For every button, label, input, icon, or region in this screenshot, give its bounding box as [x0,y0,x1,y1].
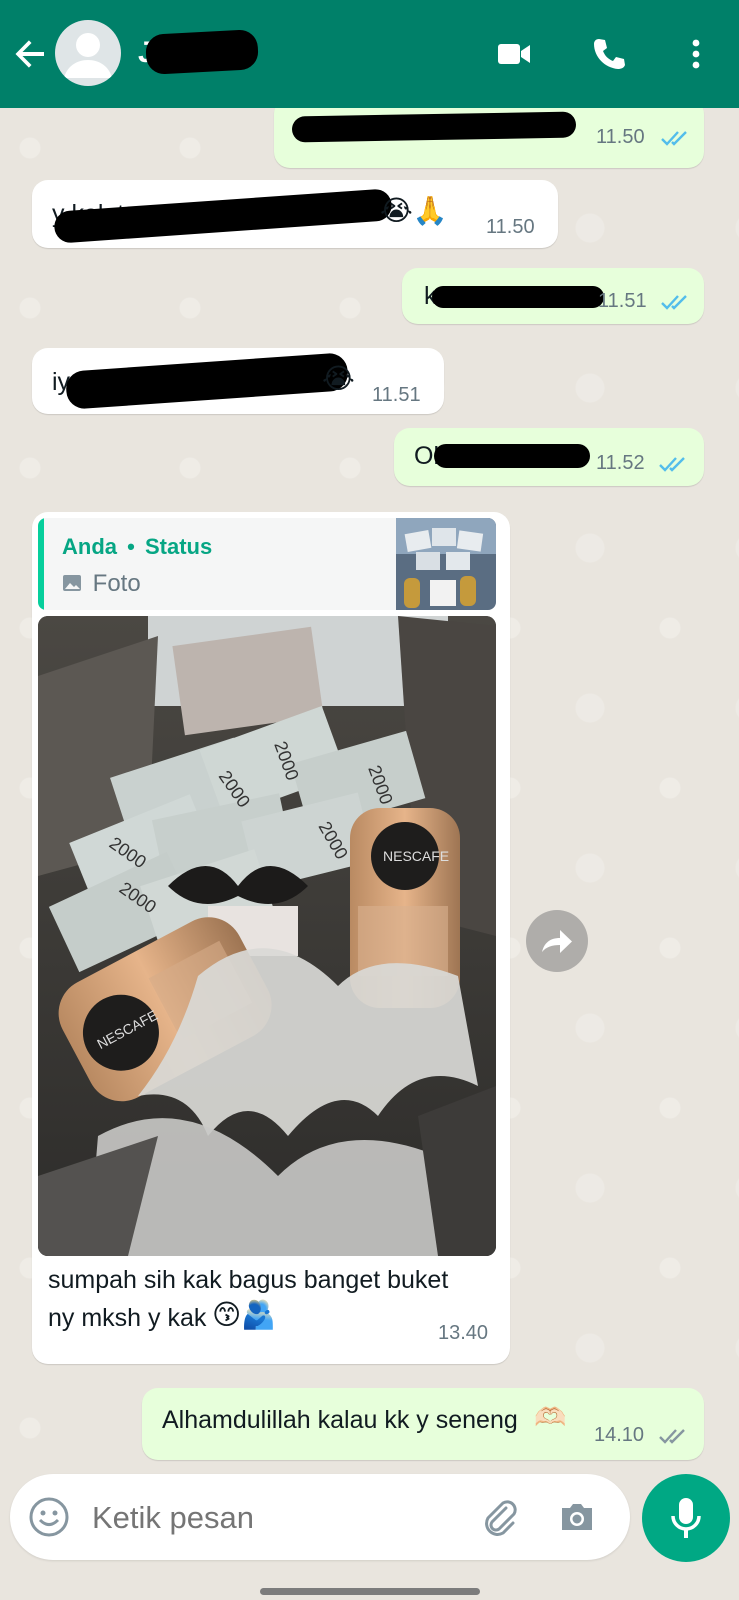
message-bubble-outgoing[interactable]: k 11.51 [402,268,704,324]
avatar-placeholder-icon [64,33,112,78]
message-emoji: 🫶🏻 [534,1402,567,1432]
message-bubble-incoming-photo-reply[interactable]: Anda • Status Foto 2000 2000 2000 2000 2… [32,512,510,1364]
attach-icon[interactable] [478,1496,520,1538]
more-vert-icon[interactable] [676,34,716,74]
status-thumbnail [396,518,496,610]
voice-message-button[interactable] [642,1474,730,1562]
message-input[interactable] [92,1500,472,1536]
message-text-line2: ny mksh y kak [48,1304,207,1332]
system-navigation-bar [0,1570,739,1600]
emoji-icon[interactable] [28,1496,70,1538]
chat-area[interactable]: a 11.50 y kak tun 😭🙏 11.50 k 11.51 iy 😭 … [0,108,739,1470]
quote-author: Anda • Status [62,534,213,559]
message-emoji: 😙🫂 [212,1299,277,1330]
redaction-mark [434,444,590,468]
message-text-line1: sumpah sih kak bagus banget buket [48,1266,449,1294]
message-emoji: 😭 [322,363,355,394]
message-composer [10,1474,630,1560]
home-gesture-handle[interactable] [260,1588,480,1595]
redaction-mark [432,286,604,308]
message-bubble-incoming[interactable]: iy 😭 11.51 [32,348,444,414]
message-bubble-outgoing[interactable]: Alhamdulillah kalau kk y seneng 🫶🏻 14.10 [142,1388,704,1460]
message-text: Alhamdulillah kalau kk y seneng [162,1406,518,1434]
avatar[interactable] [55,20,121,86]
message-time: 11.51 [598,290,647,312]
quote-accent-bar [38,518,44,610]
redaction-mark [291,111,577,143]
double-check-read-icon [661,131,687,146]
message-bubble-outgoing[interactable]: a 11.50 [274,108,704,168]
redaction-mark [53,188,393,244]
message-bubble-outgoing[interactable]: Ok 11.52 [394,428,704,486]
message-time: 14.10 [594,1424,645,1446]
forward-button[interactable] [526,910,588,972]
message-photo[interactable]: 2000 2000 2000 2000 2000 2000 NESCAFE NE… [38,616,496,1256]
message-bubble-incoming[interactable]: y kak tun 😭🙏 11.50 [32,180,558,248]
forward-icon [542,930,572,953]
message-time: 11.51 [372,384,421,406]
double-check-delivered-icon [659,1429,685,1444]
message-time: 11.50 [486,216,535,238]
back-arrow-icon[interactable] [10,34,50,74]
redaction-mark [65,352,349,410]
double-check-read-icon [661,295,687,310]
quoted-status-card[interactable]: Anda • Status Foto [38,518,496,610]
message-emoji: 😭🙏 [380,195,448,226]
camera-icon[interactable] [556,1496,598,1538]
redaction-mark [145,29,259,75]
chat-header: J [0,0,739,108]
photo-icon [63,575,81,591]
svg-text:NESCAFE: NESCAFE [383,848,449,864]
bouquet-photo: 2000 2000 2000 2000 2000 2000 NESCAFE NE… [38,616,496,1256]
double-check-read-icon [659,457,685,472]
message-time: 13.40 [438,1322,489,1344]
message-time: 11.52 [596,452,645,474]
video-call-icon[interactable] [494,34,534,74]
message-time: 11.50 [596,126,645,148]
voice-call-icon[interactable] [588,34,628,74]
microphone-icon [671,1498,701,1538]
quote-type: Foto [62,570,141,598]
